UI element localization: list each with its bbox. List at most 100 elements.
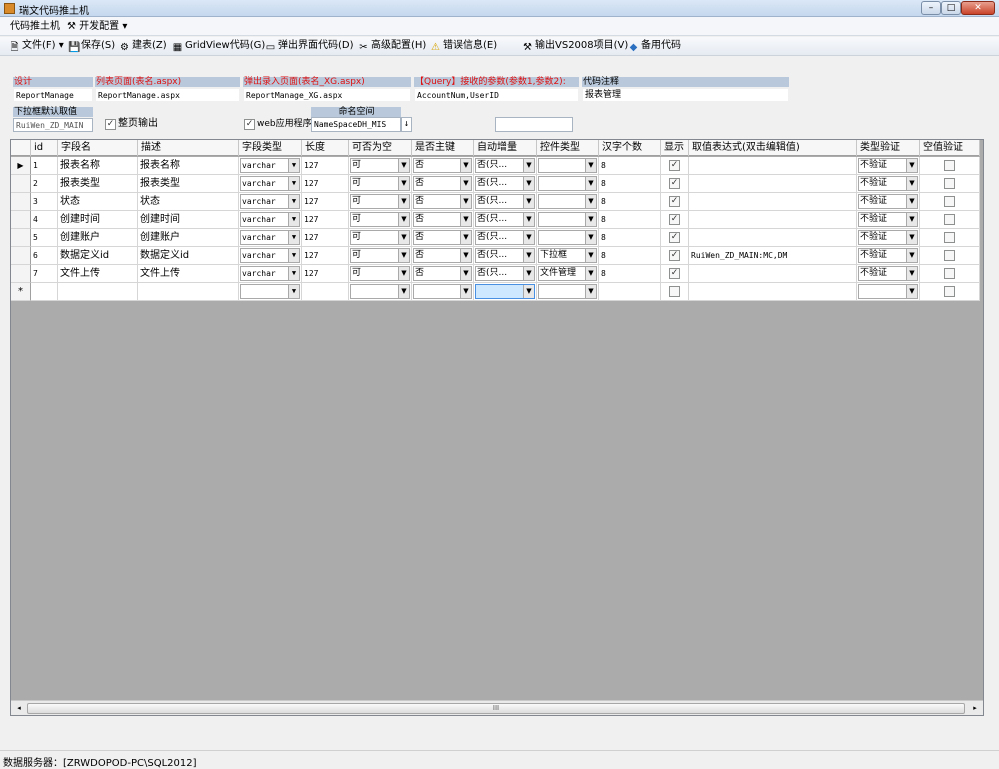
show-checkbox[interactable]: ✓ <box>669 160 680 171</box>
control-type-select[interactable]: 下拉框 ▼ <box>538 248 597 263</box>
nullable-select[interactable]: 可 ▼ <box>350 176 410 191</box>
dropdown-arrow-icon[interactable]: ▼ <box>288 195 299 208</box>
type-validation-select[interactable]: 不验证 ▼ <box>858 248 918 263</box>
null-validation-checkbox[interactable] <box>944 268 955 279</box>
column-header[interactable]: 可否为空 <box>349 140 412 156</box>
null-validation-checkbox[interactable] <box>944 178 955 189</box>
row-selector[interactable] <box>11 175 31 193</box>
length-cell[interactable]: 127 <box>302 265 349 283</box>
dropdown-arrow-icon[interactable]: ▼ <box>523 231 534 244</box>
dropdown-arrow-icon[interactable]: ▼ <box>398 213 409 226</box>
field-type-select-cell[interactable]: varchar ▼ <box>239 193 302 211</box>
primary-key-select-cell[interactable]: 否 ▼ <box>412 247 474 265</box>
type-validation-select[interactable]: 不验证 ▼ <box>858 212 918 227</box>
char-count-cell[interactable]: 8 <box>599 265 661 283</box>
file-menu-button[interactable]: 🗎 文件(F) ▾ <box>9 38 63 54</box>
dropdown-arrow-icon[interactable]: ▼ <box>523 285 534 298</box>
control-type-select-cell[interactable]: 文件管理 ▼ <box>537 265 599 283</box>
length-cell[interactable] <box>302 283 349 301</box>
row-selector[interactable]: * <box>11 283 31 301</box>
type-validation-select-cell[interactable]: 不验证 ▼ <box>857 157 920 175</box>
char-count-cell[interactable]: 8 <box>599 211 661 229</box>
description-cell[interactable]: 报表类型 <box>138 175 239 193</box>
char-count-cell[interactable] <box>599 283 661 301</box>
auto-increment-select-cell[interactable]: 否(只... ▼ <box>474 211 537 229</box>
length-cell[interactable]: 127 <box>302 175 349 193</box>
code-comment-input[interactable]: 报表管理 <box>582 88 789 102</box>
dropdown-arrow-icon[interactable]: ▼ <box>585 267 596 280</box>
null-validation-checkbox[interactable] <box>944 160 955 171</box>
description-cell[interactable]: 创建时间 <box>138 211 239 229</box>
field-type-select-cell[interactable]: varchar ▼ <box>239 157 302 175</box>
auto-increment-select-cell[interactable]: 否(只... ▼ <box>474 175 537 193</box>
dropdown-arrow-icon[interactable]: ▼ <box>585 213 596 226</box>
char-count-cell[interactable]: 8 <box>599 175 661 193</box>
id-cell[interactable]: 1 <box>31 157 58 175</box>
field-type-select[interactable]: ▼ <box>240 284 300 299</box>
dropdown-arrow-icon[interactable]: ▼ <box>906 195 917 208</box>
auto-increment-select-cell[interactable]: ▼ <box>474 283 537 301</box>
dropdown-arrow-icon[interactable]: ▼ <box>523 177 534 190</box>
fields-grid[interactable]: id 字段名 描述 字段类型 长度 可否为空 是否主键 自动增量 控件类型 汉字个数 显示 取值表达式… <box>10 139 984 716</box>
table-row[interactable]: 3 状态 状态 varchar ▼ 127 可 ▼ 否 ▼ 否(只... ▼ ▼ 8 ✓ 不验证 ▼ <box>11 193 980 211</box>
length-cell[interactable]: 127 <box>302 211 349 229</box>
description-cell[interactable] <box>138 283 239 301</box>
char-count-cell[interactable]: 8 <box>599 247 661 265</box>
null-validation-checkbox[interactable] <box>944 214 955 225</box>
row-selector[interactable] <box>11 193 31 211</box>
field-name-cell[interactable] <box>58 283 138 301</box>
description-cell[interactable]: 状态 <box>138 193 239 211</box>
dropdown-arrow-icon[interactable]: ▼ <box>906 285 917 298</box>
type-validation-select-cell[interactable]: 不验证 ▼ <box>857 211 920 229</box>
column-header[interactable]: 描述 <box>138 140 239 156</box>
char-count-cell[interactable]: 8 <box>599 193 661 211</box>
build-table-button[interactable]: ⚙ 建表(Z) <box>119 38 167 54</box>
column-header[interactable]: 取值表达式(双击编辑值) <box>689 140 857 156</box>
menu-dev-config[interactable]: ⚒ 开发配置 ▾ <box>64 19 130 34</box>
type-validation-select[interactable]: 不验证 ▼ <box>858 176 918 191</box>
show-checkbox-cell[interactable]: ✓ <box>661 193 689 211</box>
show-checkbox-cell[interactable]: ✓ <box>661 247 689 265</box>
field-type-select[interactable]: varchar ▼ <box>240 230 300 245</box>
table-row[interactable]: 5 创建账户 创建账户 varchar ▼ 127 可 ▼ 否 ▼ 否(只... ▼ ▼ 8 ✓ 不验证 ▼ <box>11 229 980 247</box>
field-type-select-cell[interactable]: varchar ▼ <box>239 211 302 229</box>
dropdown-arrow-icon[interactable]: ▼ <box>288 249 299 262</box>
field-type-select[interactable]: varchar ▼ <box>240 212 300 227</box>
type-validation-select-cell[interactable]: ▼ <box>857 283 920 301</box>
show-checkbox[interactable]: ✓ <box>669 232 680 243</box>
field-type-select[interactable]: varchar ▼ <box>240 248 300 263</box>
auto-increment-select[interactable]: 否(只... ▼ <box>475 194 535 209</box>
auto-increment-select[interactable]: 否(只... ▼ <box>475 212 535 227</box>
control-type-select-cell[interactable]: ▼ <box>537 157 599 175</box>
column-header[interactable]: 长度 <box>302 140 349 156</box>
null-validation-checkbox-cell[interactable] <box>920 157 980 175</box>
show-checkbox[interactable]: ✓ <box>669 178 680 189</box>
control-type-select-cell[interactable]: 下拉框 ▼ <box>537 247 599 265</box>
nullable-select[interactable]: 可 ▼ <box>350 230 410 245</box>
nullable-select[interactable]: 可 ▼ <box>350 194 410 209</box>
scroll-left-icon[interactable]: ◂ <box>12 702 26 715</box>
char-count-cell[interactable]: 8 <box>599 229 661 247</box>
row-selector[interactable] <box>11 265 31 283</box>
show-checkbox-cell[interactable]: ✓ <box>661 265 689 283</box>
null-validation-checkbox-cell[interactable] <box>920 175 980 193</box>
dropdown-arrow-icon[interactable]: ▼ <box>906 267 917 280</box>
nullable-select-cell[interactable]: 可 ▼ <box>349 175 412 193</box>
gridview-code-button[interactable]: ▦ GridView代码(G) <box>172 38 266 54</box>
show-checkbox[interactable]: ✓ <box>669 196 680 207</box>
control-type-select-cell[interactable]: ▼ <box>537 211 599 229</box>
null-validation-checkbox-cell[interactable] <box>920 229 980 247</box>
dropdown-arrow-icon[interactable]: ▼ <box>288 231 299 244</box>
null-validation-checkbox-cell[interactable] <box>920 193 980 211</box>
field-type-select-cell[interactable]: varchar ▼ <box>239 265 302 283</box>
column-header[interactable]: 字段类型 <box>239 140 302 156</box>
nullable-select-cell[interactable]: 可 ▼ <box>349 229 412 247</box>
show-checkbox[interactable]: ✓ <box>669 268 680 279</box>
minimize-button[interactable]: – <box>921 1 941 15</box>
field-type-select[interactable]: varchar ▼ <box>240 176 300 191</box>
field-name-cell[interactable]: 报表名称 <box>58 157 138 175</box>
value-expression-cell[interactable] <box>689 157 857 175</box>
length-cell[interactable]: 127 <box>302 229 349 247</box>
dropdown-arrow-icon[interactable]: ▼ <box>460 195 471 208</box>
column-header[interactable]: 是否主键 <box>412 140 474 156</box>
